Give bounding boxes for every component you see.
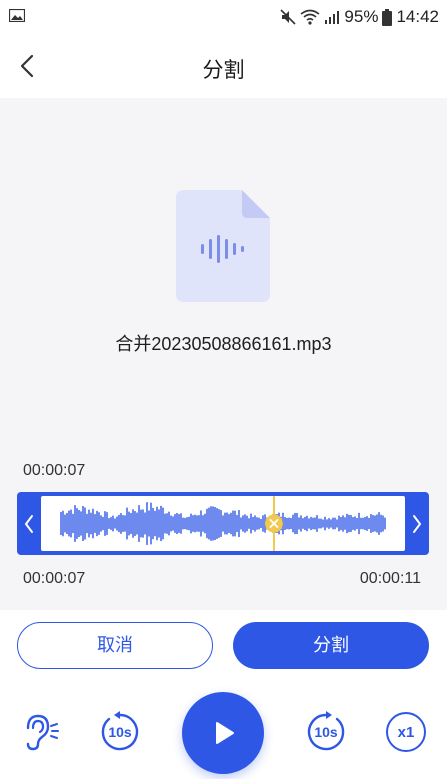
- forward-label: 10s: [314, 724, 338, 740]
- main-content: 合并20230508866161.mp3 00:00:07 00:00:07 0…: [0, 98, 447, 610]
- split-button[interactable]: 分割: [233, 622, 429, 669]
- speed-button[interactable]: x1: [386, 712, 426, 752]
- forward-10s-button[interactable]: 10s: [304, 710, 348, 754]
- audio-file-icon: [176, 190, 270, 302]
- right-trim-handle-icon[interactable]: [411, 514, 423, 534]
- waveform: [60, 496, 386, 551]
- battery-icon: [382, 8, 393, 26]
- waveform-trimmer[interactable]: [17, 492, 429, 555]
- current-time: 00:00:07: [23, 462, 86, 479]
- page-title: 分割: [202, 59, 245, 82]
- cancel-button[interactable]: 取消: [17, 622, 213, 669]
- status-bar: 95% 14:42: [0, 0, 447, 34]
- rewind-label: 10s: [108, 724, 132, 740]
- wifi-icon: [300, 9, 320, 25]
- battery-percent: 95%: [344, 7, 379, 26]
- title-bar: 分割: [0, 34, 447, 98]
- ear-listen-button[interactable]: [16, 710, 60, 754]
- ear-icon: [26, 714, 59, 751]
- waveform-area[interactable]: [41, 496, 405, 551]
- play-button[interactable]: [182, 692, 264, 774]
- file-name: 合并20230508866161.mp3: [115, 334, 332, 354]
- trim-end-time: 00:00:11: [359, 570, 421, 587]
- rewind-10s-button[interactable]: 10s: [98, 710, 142, 754]
- image-icon: [9, 9, 25, 22]
- mute-icon: [280, 9, 296, 25]
- status-time: 14:42: [396, 7, 439, 26]
- signal-icon: [325, 11, 340, 24]
- trim-start-time: 00:00:07: [23, 570, 86, 587]
- left-trim-handle-icon[interactable]: [23, 514, 35, 534]
- play-icon: [216, 722, 234, 744]
- bottom-panel: 取消 分割 10s 10s x1: [0, 610, 447, 779]
